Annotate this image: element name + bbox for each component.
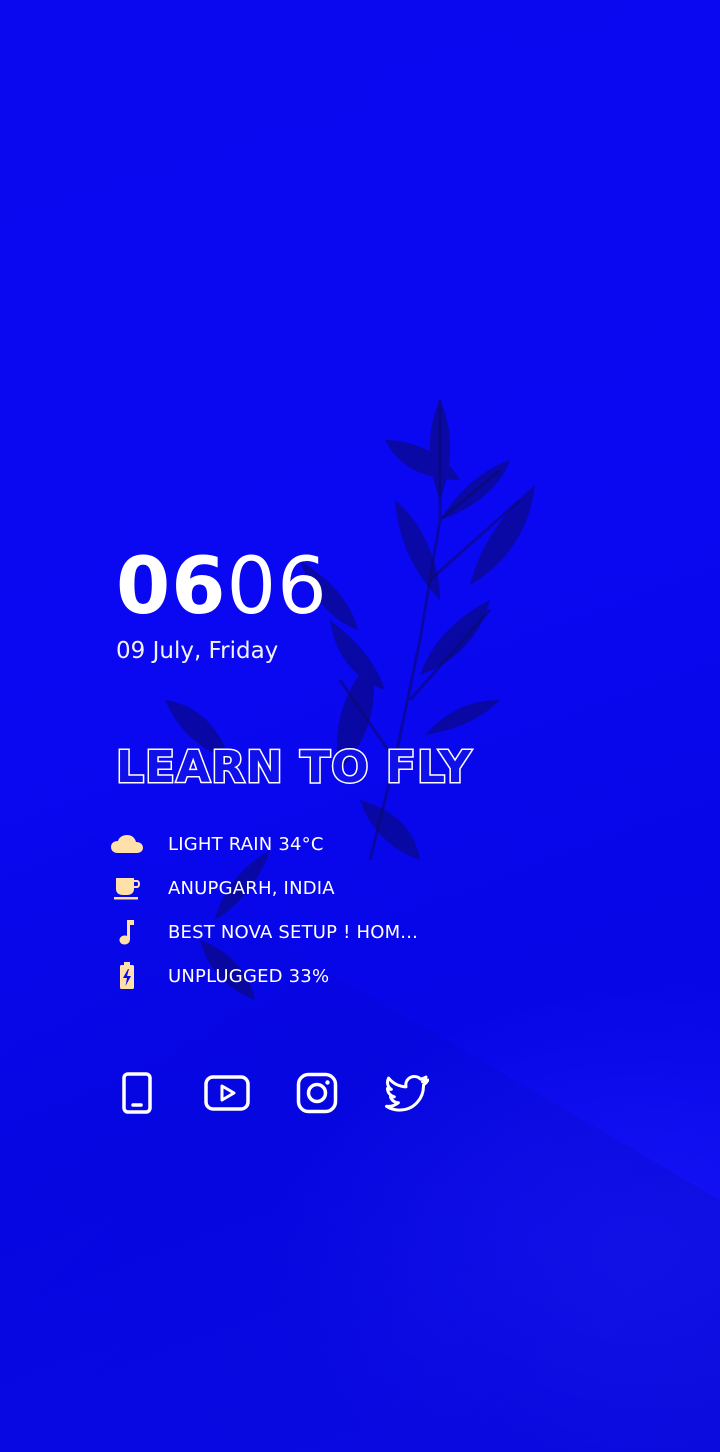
clock: 0606: [116, 542, 328, 632]
coffee-cup-icon: [108, 871, 146, 905]
cloud-icon: [108, 827, 146, 861]
music-row[interactable]: BEST NOVA SETUP ! HOM...: [108, 910, 528, 954]
phone-icon: [122, 1072, 152, 1114]
twitter-app-button[interactable]: [382, 1068, 432, 1118]
wallpaper: [0, 0, 720, 1452]
battery-row[interactable]: UNPLUGGED 33%: [108, 954, 528, 998]
date-label: 09 July, Friday: [116, 638, 279, 664]
youtube-app-button[interactable]: [202, 1068, 252, 1118]
battery-charging-icon: [108, 959, 146, 993]
instagram-icon: [296, 1072, 338, 1114]
location-text: ANUPGARH, INDIA: [168, 877, 335, 899]
instagram-app-button[interactable]: [292, 1068, 342, 1118]
clock-hours: 06: [116, 542, 227, 632]
location-row[interactable]: ANUPGARH, INDIA: [108, 866, 528, 910]
youtube-icon: [204, 1075, 250, 1111]
clock-minutes: 06: [226, 542, 328, 632]
battery-text: UNPLUGGED 33%: [168, 965, 330, 987]
leaf-branch-illustration: [0, 400, 720, 1452]
phone-app-button[interactable]: [112, 1068, 162, 1118]
music-note-icon: [108, 915, 146, 949]
weather-row[interactable]: LIGHT RAIN 34°C: [108, 822, 528, 866]
music-text: BEST NOVA SETUP ! HOM...: [168, 921, 419, 943]
headline-label: LEARN TO FLY: [114, 741, 473, 795]
twitter-icon: [385, 1075, 429, 1112]
info-widget: LIGHT RAIN 34°C ANUPGARH, INDIA BEST NOV…: [108, 822, 528, 998]
weather-text: LIGHT RAIN 34°C: [168, 833, 324, 855]
app-dock: [112, 1068, 472, 1118]
headline-text: LEARN TO FLY: [114, 741, 473, 795]
